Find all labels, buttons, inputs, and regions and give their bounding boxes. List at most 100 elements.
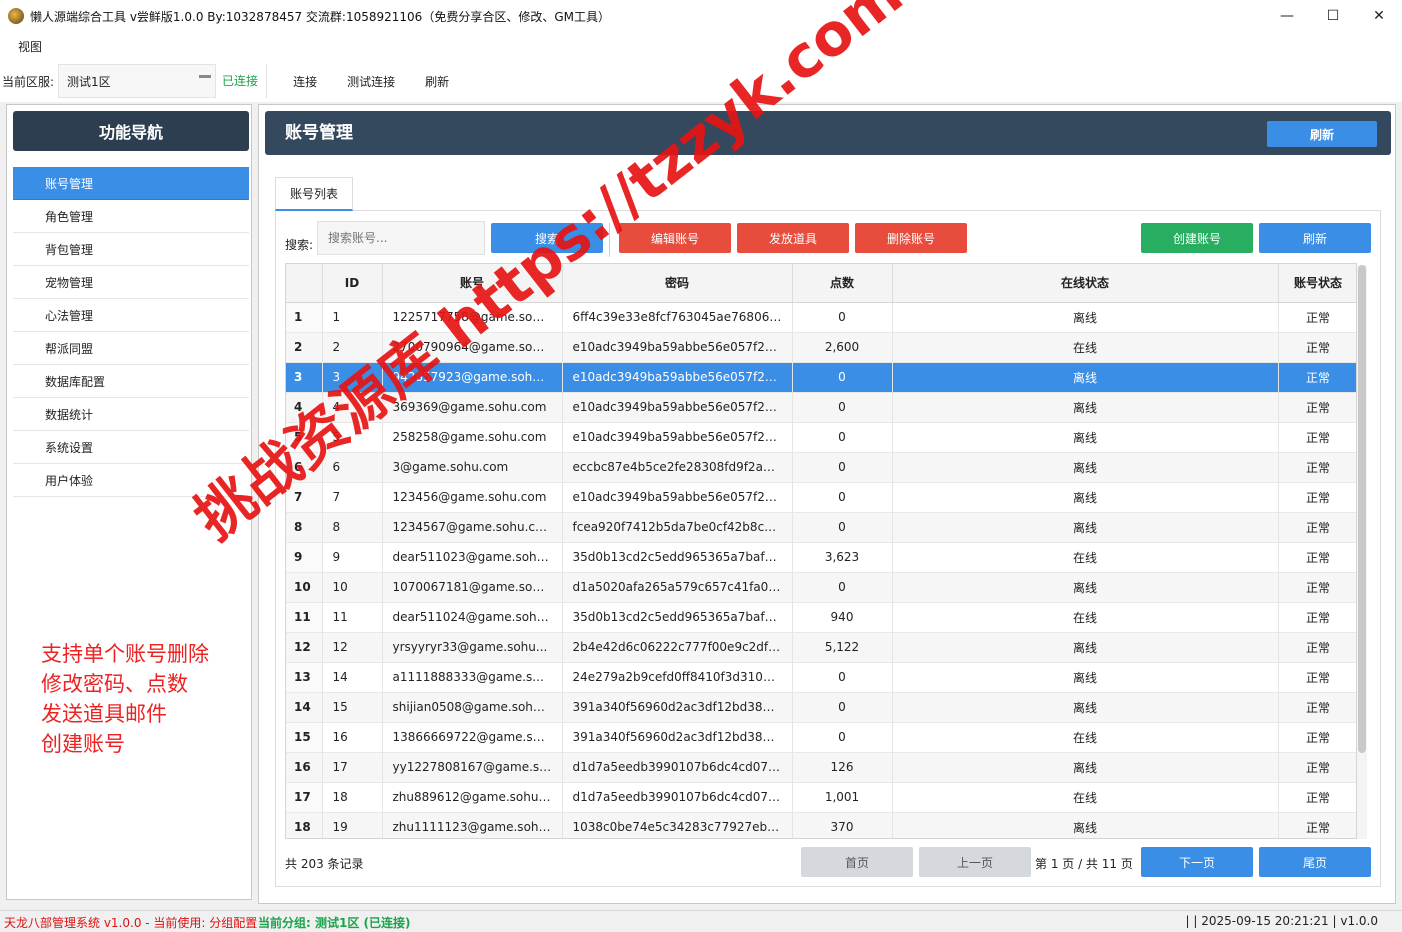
cell-id: 17 xyxy=(322,752,383,783)
cell-account-status: 正常 xyxy=(1278,812,1356,838)
server-select[interactable]: 测试1区 xyxy=(58,64,217,98)
server-label: 当前区服: xyxy=(2,74,55,89)
sidebar-item-xinfa[interactable]: 心法管理 xyxy=(13,299,249,332)
connect-button[interactable]: 连接 xyxy=(293,73,317,90)
table-row[interactable]: 12 12 yrsyyryr33@game.sohu... 2b4e42d6c0622… xyxy=(286,632,1356,663)
sidebar-item-account[interactable]: 账号管理 xyxy=(13,167,249,200)
cell-account-status: 正常 xyxy=(1278,542,1356,573)
header-refresh-button[interactable]: 刷新 xyxy=(1267,121,1377,147)
tab-account-list[interactable]: 账号列表 xyxy=(275,177,353,211)
connection-status: 已连接 xyxy=(222,64,268,98)
cell-points: 0 xyxy=(792,362,893,393)
cell-account-status: 正常 xyxy=(1278,602,1356,633)
dropdown-icon xyxy=(199,75,212,78)
toolbar-refresh-button[interactable]: 刷新 xyxy=(425,73,449,90)
col-header-account[interactable]: 账号 xyxy=(382,264,563,303)
search-label: 搜索: xyxy=(285,238,314,252)
cell-online-status: 离线 xyxy=(892,692,1279,723)
edit-account-button[interactable]: 编辑账号 xyxy=(619,223,731,253)
table-row[interactable]: 17 18 zhu889612@game.sohu.... d1d7a5eedb399… xyxy=(286,782,1356,813)
table-row[interactable]: 3 3 942857923@game.sohu.... e10adc3949ba59a… xyxy=(286,362,1356,393)
table-row[interactable]: 11 11 dear511024@game.sohu... 35d0b13cd2c5e… xyxy=(286,602,1356,633)
search-button[interactable]: 搜索 xyxy=(491,223,603,253)
col-header-online[interactable]: 在线状态 xyxy=(892,264,1279,303)
close-button[interactable]: ✕ xyxy=(1356,0,1402,32)
cell-rownum: 7 xyxy=(286,482,323,513)
send-item-button[interactable]: 发放道具 xyxy=(737,223,849,253)
sidebar-item-experience[interactable]: 用户体验 xyxy=(13,464,249,497)
first-page-button[interactable]: 首页 xyxy=(801,847,913,877)
table-row[interactable]: 7 7 123456@game.sohu.com e10adc3949ba59abbe… xyxy=(286,482,1356,513)
cell-password: 1038c0be74e5c34283c77927eb44... xyxy=(562,812,793,838)
cell-account: 13866669722@game.soh... xyxy=(382,722,563,753)
record-count: 共 203 条记录 xyxy=(285,857,364,871)
table-row[interactable]: 8 8 1234567@game.sohu.com fcea920f7412b5da7… xyxy=(286,512,1356,543)
delete-account-button[interactable]: 删除账号 xyxy=(855,223,967,253)
cell-password: d1d7a5eedb3990107b6dc4cd078... xyxy=(562,752,793,783)
maximize-button[interactable]: ☐ xyxy=(1310,0,1356,32)
cell-id: 10 xyxy=(322,572,383,603)
table-row[interactable]: 4 4 369369@game.sohu.com e10adc3949ba59abbe… xyxy=(286,392,1356,423)
sidebar-item-pet[interactable]: 宠物管理 xyxy=(13,266,249,299)
col-header-points[interactable]: 点数 xyxy=(792,264,893,303)
feature-note-line: 支持单个账号删除 xyxy=(41,642,209,666)
cell-account: 258258@game.sohu.com xyxy=(382,422,563,453)
sidebar-item-stats[interactable]: 数据统计 xyxy=(13,398,249,431)
table-row[interactable]: 9 9 dear511023@game.sohu... 35d0b13cd2c5edd… xyxy=(286,542,1356,573)
cell-online-status: 在线 xyxy=(892,722,1279,753)
cell-online-status: 离线 xyxy=(892,422,1279,453)
sidebar-item-role[interactable]: 角色管理 xyxy=(13,200,249,233)
col-header-status[interactable]: 账号状态 xyxy=(1278,264,1356,303)
table-row[interactable]: 2 2 2700790964@game.sohu... e10adc3949ba59a… xyxy=(286,332,1356,363)
next-page-button[interactable]: 下一页 xyxy=(1141,847,1253,877)
table-row[interactable]: 1 1 1225717758@game.sohu... 6ff4c39e33e8fcf… xyxy=(286,302,1356,333)
sidebar-item-bag[interactable]: 背包管理 xyxy=(13,233,249,266)
cell-online-status: 离线 xyxy=(892,632,1279,663)
list-refresh-button[interactable]: 刷新 xyxy=(1259,223,1371,253)
table-row[interactable]: 5 5 258258@game.sohu.com e10adc3949ba59abbe… xyxy=(286,422,1356,453)
minimize-button[interactable]: — xyxy=(1264,0,1310,32)
cell-account: yy1227808167@game.so... xyxy=(382,752,563,783)
table-row[interactable]: 15 16 13866669722@game.soh... 391a340f56960… xyxy=(286,722,1356,753)
cell-online-status: 离线 xyxy=(892,482,1279,513)
sidebar-item-database[interactable]: 数据库配置 xyxy=(13,365,249,398)
cell-password: fcea920f7412b5da7be0cf42b8c93... xyxy=(562,512,793,543)
cell-password: d1a5020afa265a579c657c41fa0d... xyxy=(562,572,793,603)
account-table-grid: ID 账号 密码 点数 在线状态 账号状态 1 1 1225717758@game.… xyxy=(286,264,1356,838)
table-scroll-thumb[interactable] xyxy=(1358,265,1366,753)
cell-rownum: 18 xyxy=(286,812,323,838)
menu-view[interactable]: 视图 xyxy=(0,38,60,55)
cell-password: e10adc3949ba59abbe56e057f20f... xyxy=(562,422,793,453)
table-row[interactable]: 16 17 yy1227808167@game.so... d1d7a5eedb399… xyxy=(286,752,1356,783)
cell-online-status: 在线 xyxy=(892,602,1279,633)
page-header: 账号管理 刷新 xyxy=(265,111,1391,155)
table-row[interactable]: 18 19 zhu1111123@game.sohu... 1038c0be74e5c… xyxy=(286,812,1356,838)
cell-account: a1111888333@game.s... xyxy=(382,662,563,693)
toolbar-divider xyxy=(609,223,610,257)
cell-account: dear511023@game.sohu... xyxy=(382,542,563,573)
cell-rownum: 8 xyxy=(286,512,323,543)
table-row[interactable]: 6 6 3@game.sohu.com eccbc87e4b5ce2fe28308fd… xyxy=(286,452,1356,483)
cell-password: 35d0b13cd2c5edd965365a7bafb... xyxy=(562,542,793,573)
cell-points: 940 xyxy=(792,602,893,633)
last-page-button[interactable]: 尾页 xyxy=(1259,847,1371,877)
prev-page-button[interactable]: 上一页 xyxy=(919,847,1031,877)
cell-password: 24e279a2b9cefd0ff8410f3d310d4... xyxy=(562,662,793,693)
cell-account-status: 正常 xyxy=(1278,692,1356,723)
sidebar-item-guild[interactable]: 帮派同盟 xyxy=(13,332,249,365)
status-bar: 天龙八部管理系统 v1.0.0 - 当前使用: 分组配置 当前分组: 测试1区 … xyxy=(0,910,1402,932)
create-account-button[interactable]: 创建账号 xyxy=(1141,223,1253,253)
cell-rownum: 4 xyxy=(286,392,323,423)
table-row[interactable]: 14 15 shijian0508@game.sohu... 391a340f5696… xyxy=(286,692,1356,723)
cell-account: 942857923@game.sohu.... xyxy=(382,362,563,393)
table-row[interactable]: 13 14 a1111888333@game.s... 24e279a2b9cefd0… xyxy=(286,662,1356,693)
table-header-row: ID 账号 密码 点数 在线状态 账号状态 xyxy=(286,264,1356,303)
sidebar-item-settings[interactable]: 系统设置 xyxy=(13,431,249,464)
test-connect-button[interactable]: 测试连接 xyxy=(347,73,395,90)
cell-account: zhu889612@game.sohu.... xyxy=(382,782,563,813)
col-header-password[interactable]: 密码 xyxy=(562,264,793,303)
table-row[interactable]: 10 10 1070067181@game.sohu... d1a5020afa265… xyxy=(286,572,1356,603)
search-input[interactable] xyxy=(317,221,485,255)
cell-rownum: 11 xyxy=(286,602,323,633)
col-header-id[interactable]: ID xyxy=(322,264,383,303)
